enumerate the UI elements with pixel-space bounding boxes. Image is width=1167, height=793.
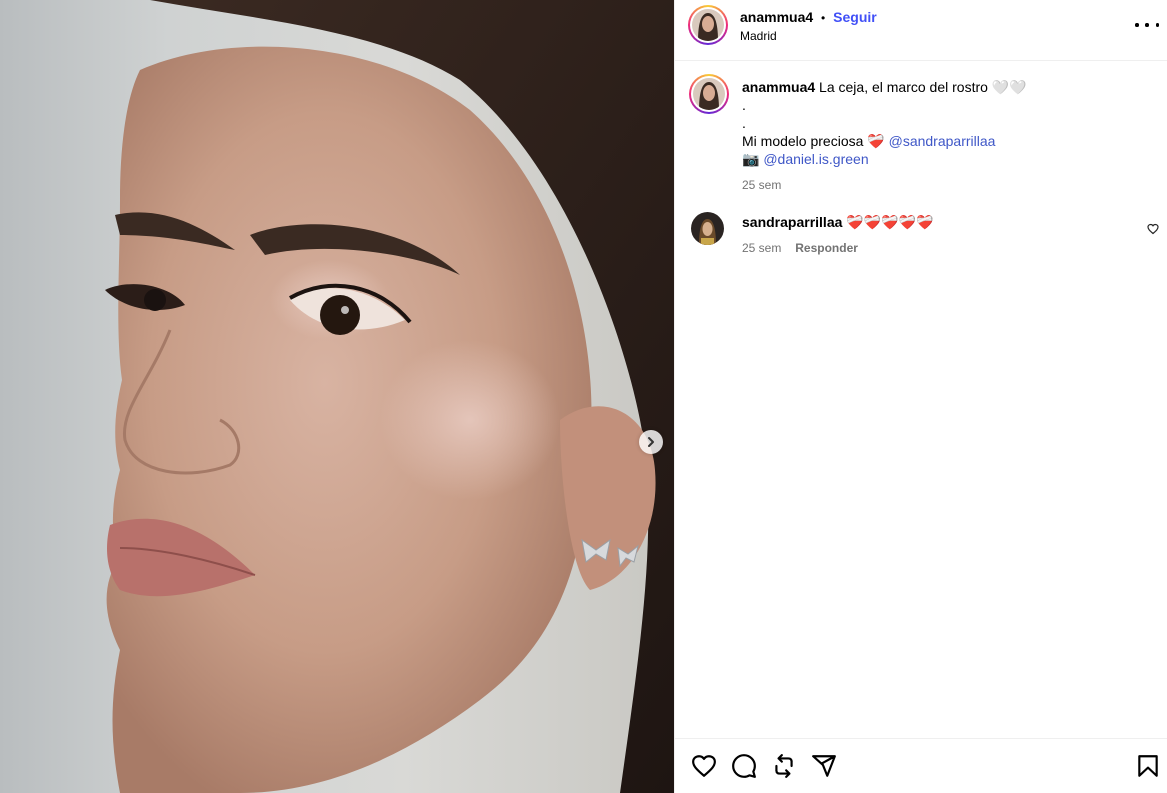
bookmark-icon[interactable] <box>1135 753 1161 779</box>
share-icon[interactable] <box>811 753 837 779</box>
chevron-right-icon <box>648 437 654 447</box>
more-options-icon[interactable] <box>1135 16 1159 34</box>
commenter-username[interactable]: sandraparrillaa <box>742 214 842 230</box>
avatar-image <box>693 78 725 110</box>
post-header: anammua4 • Seguir Madrid <box>675 0 1167 61</box>
post-actions-bar <box>675 738 1167 793</box>
caption-username[interactable]: anammua4 <box>742 79 815 95</box>
comment-like-heart-icon[interactable] <box>1147 222 1159 238</box>
mention-link[interactable]: @daniel.is.green <box>763 151 868 167</box>
caption-line: La ceja, el marco del rostro 🤍🤍 <box>819 79 1027 95</box>
caption-line: Mi modelo preciosa <box>742 133 864 149</box>
header-separator: • <box>821 11 826 25</box>
author-username[interactable]: anammua4 <box>740 9 813 25</box>
repost-icon[interactable] <box>771 753 797 779</box>
caption-avatar[interactable] <box>689 74 729 114</box>
follow-button[interactable]: Seguir <box>833 9 877 25</box>
comment-timestamp[interactable]: 25 sem <box>742 241 781 255</box>
next-image-button[interactable] <box>639 430 663 454</box>
post-media[interactable] <box>0 0 674 793</box>
portrait-photo <box>105 0 674 793</box>
post-side-panel: anammua4 • Seguir Madrid anammua4 La cej… <box>674 0 1167 793</box>
comment-icon[interactable] <box>731 753 757 779</box>
mention-link[interactable]: @sandraparrillaa <box>889 133 996 149</box>
caption-line: . <box>742 115 746 131</box>
caption-line: . <box>742 97 746 113</box>
comment-text: ❤️‍🩹❤️‍🩹❤️‍🩹❤️‍🩹❤️‍🩹 <box>846 214 934 230</box>
avatar-image <box>692 9 724 41</box>
avatar-image <box>691 212 724 245</box>
commenter-avatar[interactable] <box>691 212 724 245</box>
camera-emoji: 📷 <box>742 151 760 167</box>
reply-button[interactable]: Responder <box>795 241 858 255</box>
heart-icon[interactable] <box>691 753 717 779</box>
post-location[interactable]: Madrid <box>740 29 777 43</box>
author-avatar[interactable] <box>688 5 728 45</box>
broken-heart-emoji: ❤️‍🩹 <box>867 133 885 149</box>
caption-timestamp[interactable]: 25 sem <box>742 176 1142 194</box>
